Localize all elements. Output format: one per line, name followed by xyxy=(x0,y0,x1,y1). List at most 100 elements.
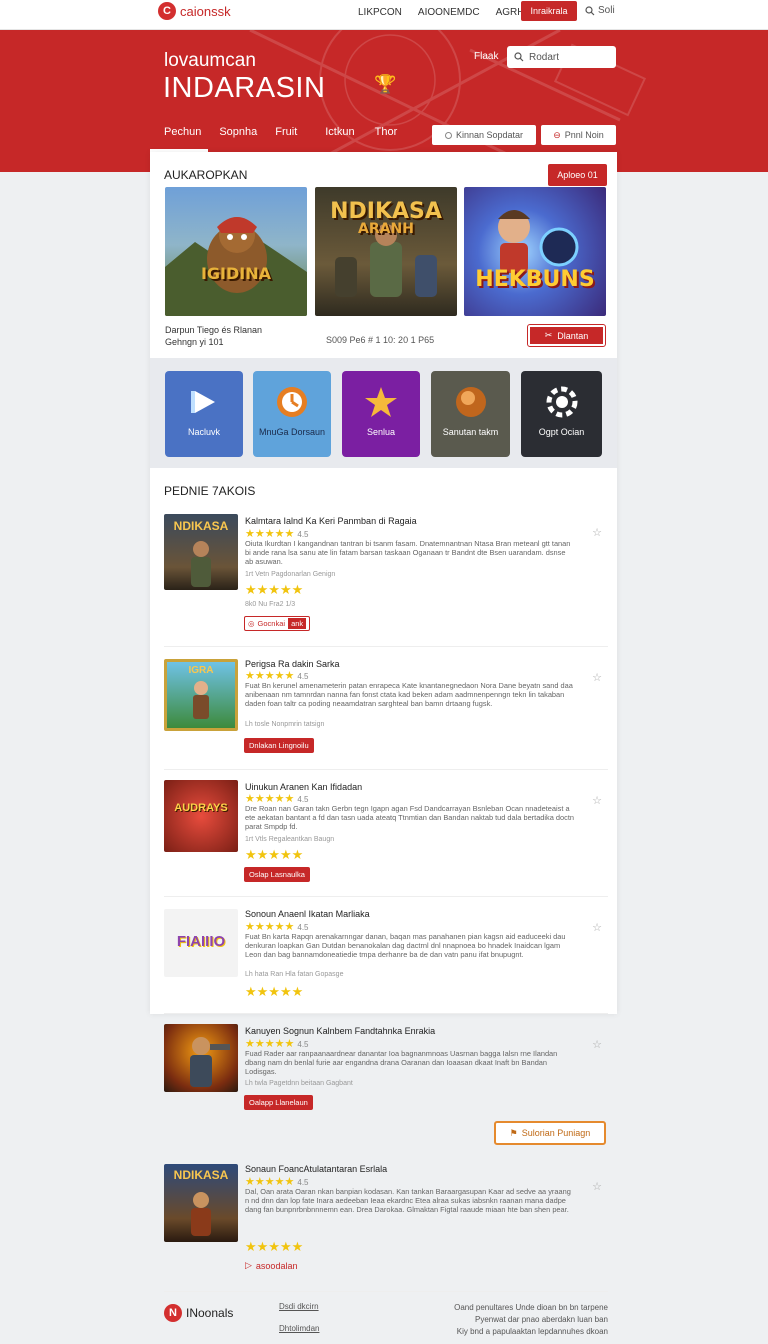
item-title: Sonoun Anaenl Ikatan Marliaka xyxy=(245,909,370,919)
thumbnail-title: NDIKASA xyxy=(173,1168,229,1182)
rating-value: 4.5 xyxy=(297,1178,309,1187)
favorite-star-icon[interactable]: ☆ xyxy=(592,794,602,807)
top-cta-button[interactable]: Inraikrala xyxy=(521,1,577,21)
item-version: 1rt Vtls Regaleantkan Baugn xyxy=(245,836,335,843)
divider xyxy=(164,1013,608,1014)
logo-text: caionssk xyxy=(180,3,231,19)
tab-ictkun[interactable]: Ictkun xyxy=(325,126,354,138)
item-version: Lh hata Ran Hla fatan Gopasge xyxy=(245,971,344,978)
category-tile-2[interactable]: MnuGa Dorsaun xyxy=(253,371,331,457)
logo-icon: N xyxy=(164,1304,182,1322)
footer-note: Oand penultares Unde dioan bn bn tarpene… xyxy=(454,1302,608,1338)
footer-link[interactable]: Dsdi dkcirn xyxy=(279,1302,319,1311)
footer-note-line: Kiy bnd a papulaaktan lepdannuhes dkoan xyxy=(456,1327,608,1336)
rating-value: 4.5 xyxy=(297,672,309,681)
featured-meta-line-1: Darpun Tiego és Rlanan xyxy=(165,325,263,335)
top-search-button[interactable]: Soli xyxy=(585,5,615,16)
install-button[interactable]: ◎ Gocnkai ank xyxy=(244,616,311,631)
tab-sopnha[interactable]: Sopnha xyxy=(219,126,257,138)
item-version: Lh twla Pagetdnn beitaan Gagbant xyxy=(245,1080,353,1087)
game-thumbnail: NDIKASA xyxy=(164,514,238,590)
play-icon: ▷ xyxy=(245,1260,252,1270)
load-more-button[interactable]: ⚑ Sulorian Puniagn xyxy=(494,1121,606,1145)
nav-item[interactable]: LIKPCON xyxy=(358,7,402,18)
search-icon xyxy=(514,52,524,62)
divider xyxy=(164,896,608,897)
game-thumbnail: NDIKASA xyxy=(164,1164,238,1242)
category-label: Nacluvk xyxy=(187,427,220,437)
featured-card-1[interactable]: IGIDINA xyxy=(165,187,307,316)
favorite-star-icon[interactable]: ☆ xyxy=(592,671,602,684)
item-description: Dre Roan nan Garan takn Gerbn tegn Igapn… xyxy=(245,804,574,831)
featured-card-2-subtitle: ARANH xyxy=(358,221,414,237)
trophy-icon: 🏆 xyxy=(374,74,397,94)
featured-card-1-title: IGIDINA xyxy=(200,264,272,284)
item-tag-button[interactable]: Oslap Lasnaulka xyxy=(244,867,310,882)
hero-search-input[interactable]: Rodart xyxy=(507,46,616,68)
item-action-label: asoodalan xyxy=(255,1260,298,1271)
featured-section-title: AUKAROPKAN xyxy=(164,168,248,182)
adventurer-icon xyxy=(193,681,209,719)
featured-action-button[interactable]: ✂ Dlantan xyxy=(527,324,606,347)
category-tile-3[interactable]: Senlua xyxy=(342,371,420,457)
hero-left-button-label: Kinnan Sopdatar xyxy=(455,130,524,140)
rating-value: 4.5 xyxy=(297,1040,309,1049)
category-tile-1[interactable]: Nacluvk xyxy=(165,371,243,457)
tab-fruit[interactable]: Fruit xyxy=(275,126,297,138)
hero-tabs: Pechun Sopnha Fruit Ictkun Thor xyxy=(164,126,397,138)
rating-value: 4.5 xyxy=(297,923,309,932)
lock-icon: ⊖ xyxy=(553,129,561,140)
footer-logo[interactable]: N INoonals xyxy=(164,1304,233,1322)
tab-thor[interactable]: Thor xyxy=(375,126,398,138)
hero-banner: lovaumcan INDARASIN 🏆 Flaak Rodart Pechu… xyxy=(0,30,768,172)
favorite-star-icon[interactable]: ☆ xyxy=(592,526,602,539)
thumbnail-title: FIAIIIO xyxy=(176,933,226,950)
category-label: Sanutan takm xyxy=(442,427,499,437)
item-description: Fuat Bn karta Rapqn arenakarnngar danan,… xyxy=(245,932,566,959)
item-tag-button[interactable]: Oalapp Llanelaun xyxy=(244,1095,313,1110)
item-tag-button[interactable]: Dnlakan Lingnoilu xyxy=(244,738,314,753)
item-description: Fuat Bn kerunel amenameterin patan enrap… xyxy=(245,681,573,708)
hero-right-button[interactable]: ⊖ Pnnl Noin xyxy=(541,125,616,145)
favorite-star-icon[interactable]: ☆ xyxy=(592,1038,602,1051)
footer-link[interactable]: Dhtolimdan xyxy=(279,1324,319,1333)
featured-more-button[interactable]: Aploeo 01 xyxy=(548,164,607,186)
install-label: Gocnkai xyxy=(257,619,286,628)
category-tile-5[interactable]: Ogpt Ocian xyxy=(521,371,602,457)
item-action-link[interactable]: ▷ asoodalan xyxy=(245,1260,297,1271)
gear-icon xyxy=(546,386,577,418)
hero-left-button[interactable]: Kinnan Sopdatar xyxy=(432,125,536,145)
site-logo[interactable]: C caionssk xyxy=(158,2,231,20)
item-title: Kalmtara Ialnd Ka Keri Panmban di Ragaia xyxy=(245,516,417,526)
play-arrow-icon xyxy=(191,391,215,413)
featured-card-3-title: HEKBUNS xyxy=(475,266,595,292)
tab-pechun[interactable]: Pechun xyxy=(164,126,201,138)
game-thumbnail: FIAIIIO xyxy=(164,909,238,977)
featured-meta-center: S009 Pe6 # 1 10: 20 1 P65 xyxy=(326,335,435,345)
featured-action-label: Dlantan xyxy=(557,330,589,341)
tools-icon: ✂ xyxy=(544,330,553,340)
rating-stars-large: ★★★★★ xyxy=(245,847,304,862)
hero-character-icon xyxy=(165,217,307,316)
fighter-icon xyxy=(190,1037,230,1087)
soldier-icon xyxy=(191,541,211,587)
featured-card-2[interactable]: NDIKASA ARANH xyxy=(315,187,457,316)
star-icon xyxy=(365,387,397,417)
category-tile-4[interactable]: Sanutan takm xyxy=(431,371,510,457)
item-title: Kanuyen Sognun Kalnbem Fandtahnka Enraki… xyxy=(245,1026,436,1036)
item-version: 1rt Vetn Pagdonarlan Genign xyxy=(245,571,336,578)
hero-subtitle: lovaumcan xyxy=(164,50,256,71)
favorite-star-icon[interactable]: ☆ xyxy=(592,921,602,934)
nav-item[interactable]: AIOONEMDC xyxy=(418,7,480,18)
featured-card-3[interactable]: HEKBUNS xyxy=(464,187,606,316)
top-nav: LIKPCON AIOONEMDC AGRHOTO xyxy=(358,7,546,18)
target-icon: ◎ xyxy=(248,619,255,628)
game-thumbnail: AUDRAYS xyxy=(164,780,238,852)
favorite-star-icon[interactable]: ☆ xyxy=(592,1180,602,1193)
list-section-title: PEDNIE 7AKOIS xyxy=(164,484,256,498)
category-label: Senlua xyxy=(366,427,396,437)
thumbnail-title: IGRA xyxy=(188,665,214,676)
category-label: Ogpt Ocian xyxy=(538,427,585,437)
featured-meta-line-2: Gehngn yi 101 xyxy=(165,337,224,347)
divider xyxy=(164,646,608,647)
